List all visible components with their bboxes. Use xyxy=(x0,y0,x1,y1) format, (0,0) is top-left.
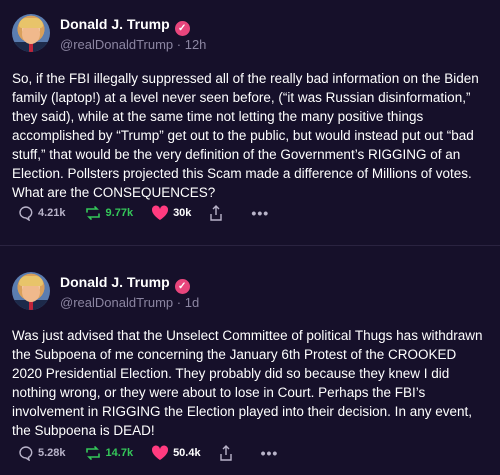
share-icon xyxy=(210,205,223,221)
share-button[interactable] xyxy=(219,445,237,461)
reply-icon xyxy=(19,206,33,221)
repost-button[interactable]: 14.7k xyxy=(84,445,134,461)
author-avatar[interactable] xyxy=(12,272,50,310)
author-name[interactable]: Donald J. Trump ✓ xyxy=(60,274,190,294)
share-icon xyxy=(219,445,232,461)
reply-icon xyxy=(19,446,33,461)
author-handle[interactable]: @realDonaldTrump xyxy=(60,37,173,52)
like-button[interactable]: 30k xyxy=(151,205,191,221)
reply-button[interactable]: 5.28k xyxy=(18,445,66,461)
post-body: Was just advised that the Unselect Commi… xyxy=(12,328,483,438)
heart-icon xyxy=(152,445,169,460)
author-handle-line: @realDonaldTrump · 12h xyxy=(60,37,206,52)
reply-count: 5.28k xyxy=(38,447,66,459)
author-name-text: Donald J. Trump xyxy=(60,274,170,290)
truth-post[interactable]: Donald J. Trump ✓ @realDonaldTrump · 1d W… xyxy=(0,262,500,475)
repost-button[interactable]: 9.77k xyxy=(84,205,134,221)
author-avatar[interactable] xyxy=(12,14,50,52)
more-icon[interactable]: ••• xyxy=(261,445,279,461)
verified-badge-icon: ✓ xyxy=(174,279,190,294)
author-name[interactable]: Donald J. Trump ✓ xyxy=(60,16,190,36)
reply-count: 4.21k xyxy=(38,207,66,219)
post-time[interactable]: · 12h xyxy=(177,37,207,52)
reply-button[interactable]: 4.21k xyxy=(18,205,66,221)
like-count: 50.4k xyxy=(173,447,201,459)
post-body: So, if the FBI illegally suppressed all … xyxy=(12,71,479,200)
like-button[interactable]: 50.4k xyxy=(151,445,201,461)
author-handle[interactable]: @realDonaldTrump xyxy=(60,295,173,310)
heart-icon xyxy=(152,205,169,220)
like-count: 30k xyxy=(173,207,192,219)
more-icon[interactable]: ••• xyxy=(251,205,269,221)
repost-icon xyxy=(85,446,100,460)
repost-count: 9.77k xyxy=(105,207,134,219)
repost-icon xyxy=(85,206,100,220)
post-actions: 4.21k 9.77k 30k ••• xyxy=(18,202,269,224)
author-handle-line: @realDonaldTrump · 1d xyxy=(60,295,199,310)
verified-badge-icon: ✓ xyxy=(174,21,190,36)
share-button[interactable] xyxy=(209,205,227,221)
author-name-text: Donald J. Trump xyxy=(60,16,170,32)
repost-count: 14.7k xyxy=(105,447,134,459)
truth-post[interactable]: Donald J. Trump ✓ @realDonaldTrump · 12h … xyxy=(0,0,500,229)
post-time[interactable]: · 1d xyxy=(177,295,199,310)
post-divider xyxy=(0,245,500,246)
post-actions: 5.28k 14.7k 50.4k ••• xyxy=(18,442,278,464)
